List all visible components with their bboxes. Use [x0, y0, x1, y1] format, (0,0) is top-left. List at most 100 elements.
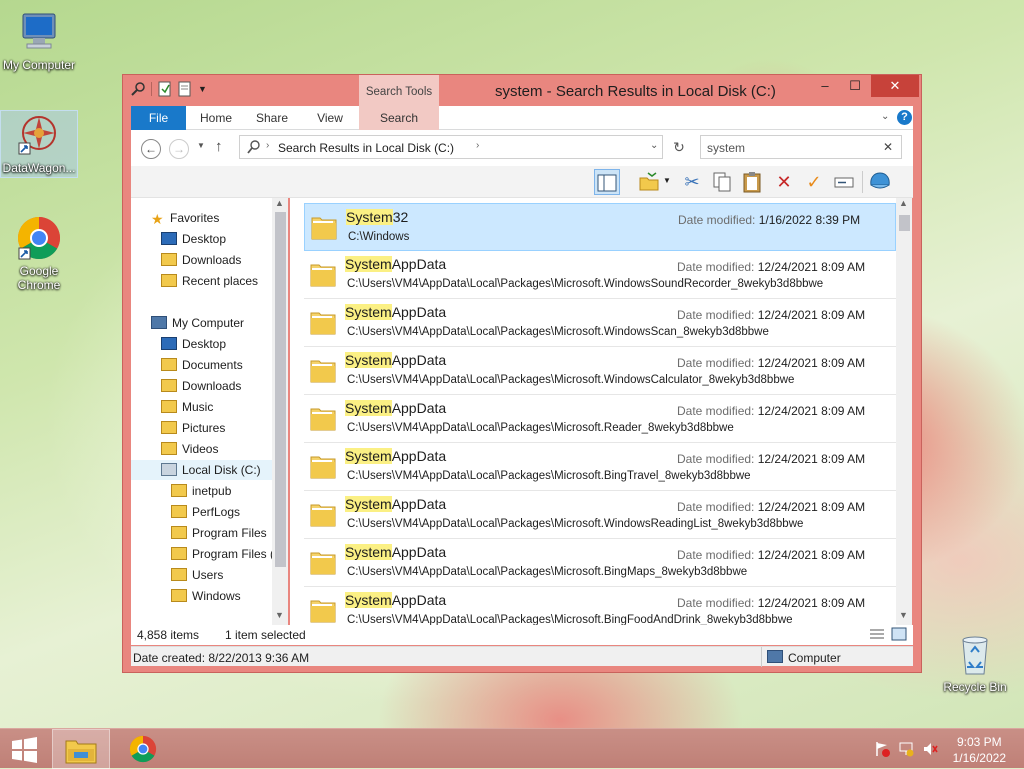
volume-muted-icon[interactable] — [922, 741, 938, 757]
result-row[interactable]: SystemAppData C:\Users\VM4\AppData\Local\… — [304, 347, 896, 395]
minimize-button[interactable]: – — [811, 75, 839, 97]
refresh-button[interactable]: ↻ — [669, 139, 689, 157]
copy-icon[interactable] — [709, 169, 735, 195]
results-scrollbar[interactable]: ▲ ▼ — [896, 198, 912, 625]
customize-qat-chevron-icon[interactable]: ▼ — [198, 81, 212, 97]
cut-icon[interactable]: ✂ — [679, 169, 705, 195]
breadcrumb-chevron-icon[interactable]: › — [476, 140, 479, 151]
desktop-icon-my-computer[interactable]: My Computer — [0, 8, 78, 72]
scroll-up-arrow-icon[interactable]: ▲ — [275, 198, 284, 208]
computer-icon — [767, 650, 783, 663]
large-icons-view-icon[interactable] — [891, 627, 907, 644]
back-button[interactable]: ← — [141, 139, 161, 159]
desktop-icon-datawagon[interactable]: DataWagon... — [0, 110, 78, 178]
nav-scroll-thumb[interactable] — [275, 212, 286, 567]
result-row[interactable]: SystemAppData C:\Users\VM4\AppData\Local\… — [304, 539, 896, 587]
up-button[interactable]: ↑ — [215, 138, 223, 155]
date-modified-value: 12/24/2021 8:09 AM — [757, 356, 866, 370]
result-row[interactable]: System32 C:\Windows Date modified: 1/16/20… — [304, 203, 896, 251]
result-name: SystemAppData — [345, 256, 446, 272]
recent-places-icon — [161, 274, 177, 287]
result-name-rest: AppData — [391, 592, 447, 608]
network-icon[interactable] — [898, 741, 914, 757]
nav-computer-pictures[interactable]: Pictures — [161, 418, 225, 438]
new-folder-icon[interactable] — [178, 81, 192, 97]
folder-icon — [309, 212, 339, 242]
taskbar-file-explorer[interactable] — [52, 729, 110, 769]
search-match-highlight: System — [345, 448, 392, 464]
nav-folder-program-files[interactable]: Program Files — [171, 523, 267, 543]
result-row[interactable]: SystemAppData C:\Users\VM4\AppData\Local\… — [304, 491, 896, 539]
scroll-down-arrow-icon[interactable]: ▼ — [275, 610, 284, 620]
paste-icon[interactable] — [739, 169, 765, 195]
location-zone: Computer — [788, 651, 841, 665]
nav-favorites[interactable]: ★ Favorites — [151, 208, 219, 228]
search-glyph-icon[interactable] — [131, 81, 145, 97]
preview-pane-toggle-button[interactable] — [594, 169, 620, 195]
nav-computer-documents[interactable]: Documents — [161, 355, 243, 375]
breadcrumb-chevron-icon[interactable]: › — [266, 140, 269, 151]
scroll-down-arrow-icon[interactable]: ▼ — [899, 610, 908, 620]
nav-folder-windows[interactable]: Windows — [171, 586, 241, 606]
result-row[interactable]: SystemAppData C:\Users\VM4\AppData\Local\… — [304, 395, 896, 443]
music-folder-icon — [161, 400, 177, 413]
folder-icon — [308, 499, 338, 529]
desktop-icon-recycle-bin[interactable]: Recycle Bin — [936, 630, 1014, 694]
tab-home[interactable]: Home — [193, 106, 239, 130]
nav-computer-downloads[interactable]: Downloads — [161, 376, 241, 396]
search-match-highlight: System — [346, 209, 393, 225]
nav-folder-users[interactable]: Users — [171, 565, 223, 585]
collapse-ribbon-chevron-icon[interactable]: ⌄ — [881, 111, 889, 122]
start-button[interactable] — [0, 729, 48, 769]
nav-folder-perflogs[interactable]: PerfLogs — [171, 502, 240, 522]
nav-folder-inetpub[interactable]: inetpub — [171, 481, 231, 501]
select-icon[interactable]: ✓ — [801, 169, 827, 195]
title-bar[interactable]: ▼ Search Tools system - Search Results i… — [123, 75, 921, 130]
help-icon[interactable]: ? — [897, 110, 912, 125]
separator — [862, 171, 863, 193]
nav-scrollbar[interactable]: ▲ ▼ — [272, 198, 288, 625]
forward-button[interactable]: → — [169, 139, 189, 159]
system-clock[interactable]: 9:03 PM 1/16/2022 — [953, 734, 1006, 766]
tab-search[interactable]: Search — [359, 106, 439, 130]
shell-icon[interactable] — [867, 169, 893, 195]
nav-computer-desktop[interactable]: Desktop — [161, 334, 226, 354]
scroll-up-arrow-icon[interactable]: ▲ — [899, 198, 908, 208]
close-button[interactable]: ✕ — [871, 75, 919, 97]
tab-share[interactable]: Share — [249, 106, 295, 130]
tab-view[interactable]: View — [307, 106, 353, 130]
recent-locations-chevron-icon[interactable]: ▼ — [197, 141, 205, 150]
results-scroll-thumb[interactable] — [899, 215, 910, 231]
nav-folder-program-files-x86[interactable]: Program Files ( — [171, 544, 274, 564]
rename-icon[interactable] — [831, 169, 857, 195]
clear-search-icon[interactable]: ✕ — [883, 140, 893, 154]
new-folder-icon[interactable] — [636, 169, 662, 195]
address-dropdown-chevron-icon[interactable]: ⌄ — [650, 140, 658, 151]
address-bar[interactable]: › Search Results in Local Disk (C:) › ⌄ — [239, 135, 663, 159]
tab-file[interactable]: File — [131, 106, 186, 130]
taskbar-google-chrome[interactable] — [114, 729, 172, 769]
nav-computer-videos[interactable]: Videos — [161, 439, 218, 459]
file-explorer-icon — [65, 740, 97, 764]
details-bar: Date created: 8/22/2013 9:36 AM Computer — [131, 646, 913, 667]
result-row[interactable]: SystemAppData C:\Users\VM4\AppData\Local\… — [304, 299, 896, 347]
nav-favorites-recent-places[interactable]: Recent places — [161, 271, 258, 291]
maximize-button[interactable]: ☐ — [841, 75, 869, 97]
search-box[interactable]: system ✕ — [700, 135, 902, 159]
nav-favorites-desktop[interactable]: Desktop — [161, 229, 226, 249]
folder-icon — [308, 355, 338, 385]
delete-icon[interactable]: ✕ — [771, 169, 797, 195]
details-view-icon[interactable] — [869, 628, 885, 643]
result-row[interactable]: SystemAppData C:\Users\VM4\AppData\Local\… — [304, 251, 896, 299]
nav-favorites-downloads[interactable]: Downloads — [161, 250, 241, 270]
new-folder-chevron-icon[interactable]: ▼ — [663, 176, 671, 185]
properties-icon[interactable] — [158, 81, 172, 97]
computer-icon — [151, 316, 167, 329]
result-row[interactable]: SystemAppData C:\Users\VM4\AppData\Local\… — [304, 443, 896, 491]
nav-local-disk[interactable]: Local Disk (C:) — [131, 460, 272, 480]
action-center-flag-icon[interactable] — [874, 741, 890, 757]
nav-my-computer[interactable]: My Computer — [151, 313, 244, 333]
search-input[interactable]: system — [707, 141, 745, 155]
nav-computer-music[interactable]: Music — [161, 397, 213, 417]
desktop-icon-google-chrome[interactable]: Google Chrome — [0, 214, 78, 292]
